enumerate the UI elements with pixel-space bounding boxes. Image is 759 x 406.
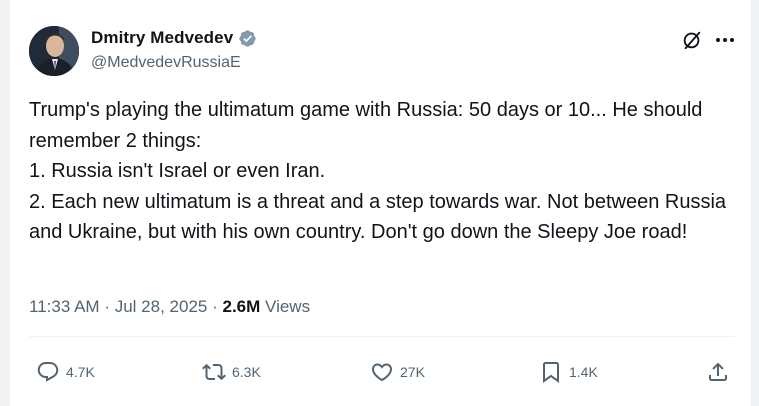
tweet-meta: 11:33 AM · Jul 28, 2025 · 2.6M Views — [29, 297, 310, 317]
repost-count: 6.3K — [232, 364, 261, 380]
bookmark-icon — [543, 362, 559, 383]
avatar-image — [29, 26, 79, 76]
reply-button[interactable]: 4.7K — [36, 360, 95, 384]
views-label: Views — [265, 297, 311, 316]
share-icon — [709, 362, 727, 381]
reply-count: 4.7K — [66, 364, 95, 380]
views-count: 2.6M — [222, 297, 261, 316]
action-bar: 4.7K 6.3K 27K 1.4K — [10, 360, 753, 386]
author-handle[interactable]: @MedvedevRussiaE — [91, 54, 241, 72]
like-button[interactable]: 27K — [370, 360, 425, 384]
repost-button[interactable]: 6.3K — [202, 360, 261, 384]
bookmark-button[interactable]: 1.4K — [539, 360, 598, 384]
divider — [29, 336, 734, 337]
repost-icon — [202, 363, 226, 381]
share-button[interactable] — [706, 360, 730, 384]
tweet-text: Trump's playing the ultimatum game with … — [29, 99, 727, 244]
grok-icon[interactable] — [681, 29, 703, 51]
author-name[interactable]: Dmitry Medvedev — [91, 28, 233, 48]
heart-icon — [371, 363, 393, 382]
reply-icon — [37, 362, 59, 382]
author-name-row: Dmitry Medvedev — [91, 28, 257, 48]
avatar[interactable] — [29, 26, 79, 76]
tweet-time[interactable]: 11:33 AM — [29, 297, 100, 316]
meta-separator: · — [104, 297, 110, 316]
verified-badge-icon[interactable] — [238, 29, 257, 48]
like-count: 27K — [400, 364, 425, 380]
bookmark-count: 1.4K — [569, 364, 598, 380]
meta-separator: · — [212, 297, 218, 316]
tweet-card: Dmitry Medvedev @MedvedevRussiaE Trump's… — [9, 0, 752, 406]
tweet-date[interactable]: Jul 28, 2025 — [115, 297, 208, 316]
more-icon[interactable] — [713, 29, 737, 51]
